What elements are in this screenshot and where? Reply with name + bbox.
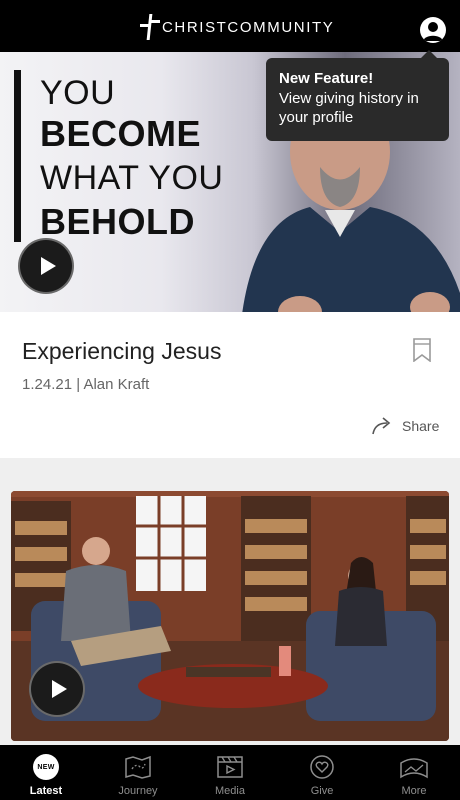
brand-name: CHRISTCOMMUNITY — [162, 18, 335, 36]
tab-media[interactable]: Media — [184, 745, 276, 800]
profile-icon — [423, 22, 443, 41]
video-thumbnail[interactable] — [11, 491, 449, 741]
cross-logo-icon — [140, 14, 160, 40]
tab-journey[interactable]: Journey — [92, 745, 184, 800]
new-badge-icon: NEW — [33, 754, 59, 780]
play-icon — [51, 680, 67, 698]
video-play-button[interactable] — [29, 661, 85, 717]
more-icon — [400, 758, 428, 779]
hero-play-button[interactable] — [18, 238, 74, 294]
sermon-meta: 1.24.21 | Alan Kraft — [22, 376, 150, 393]
app-header: CHRISTCOMMUNITY — [0, 0, 460, 52]
bookmark-icon[interactable] — [412, 338, 432, 362]
hero-title-line: YOU — [40, 74, 116, 112]
tooltip-title: New Feature! — [279, 70, 374, 87]
share-label: Share — [402, 418, 440, 434]
map-icon — [125, 755, 151, 779]
bottom-tab-bar: NEW Latest Journey Media Give More — [0, 745, 460, 800]
tab-label: Media — [215, 785, 245, 797]
tooltip-body: View giving history in your profile — [279, 90, 419, 126]
hero-title-line: BEHOLD — [40, 201, 195, 242]
film-icon — [217, 756, 243, 778]
profile-button[interactable] — [420, 17, 446, 43]
new-feature-tooltip[interactable]: New Feature! View giving history in your… — [266, 50, 449, 141]
hero-accent-bar — [14, 70, 21, 242]
tab-label: Give — [310, 785, 334, 797]
sermon-title: Experiencing Jesus — [22, 338, 222, 364]
heart-icon — [310, 755, 334, 779]
tab-label: More — [401, 785, 427, 797]
tab-give[interactable]: Give — [276, 745, 368, 800]
brand-logo[interactable]: CHRISTCOMMUNITY — [140, 14, 334, 40]
sermon-card[interactable]: Experiencing Jesus 1.24.21 | Alan Kraft … — [0, 312, 460, 458]
tab-label: Journey — [118, 785, 158, 797]
hero-title-line: WHAT YOU — [40, 159, 224, 197]
share-icon — [372, 417, 391, 435]
tab-latest[interactable]: NEW Latest — [0, 745, 92, 800]
tab-label: Latest — [29, 785, 63, 797]
hero-title-line: BECOME — [40, 113, 202, 154]
play-icon — [40, 257, 56, 275]
speaker-photo — [242, 112, 460, 312]
tab-more[interactable]: More — [368, 745, 460, 800]
share-button[interactable]: Share — [372, 417, 439, 435]
